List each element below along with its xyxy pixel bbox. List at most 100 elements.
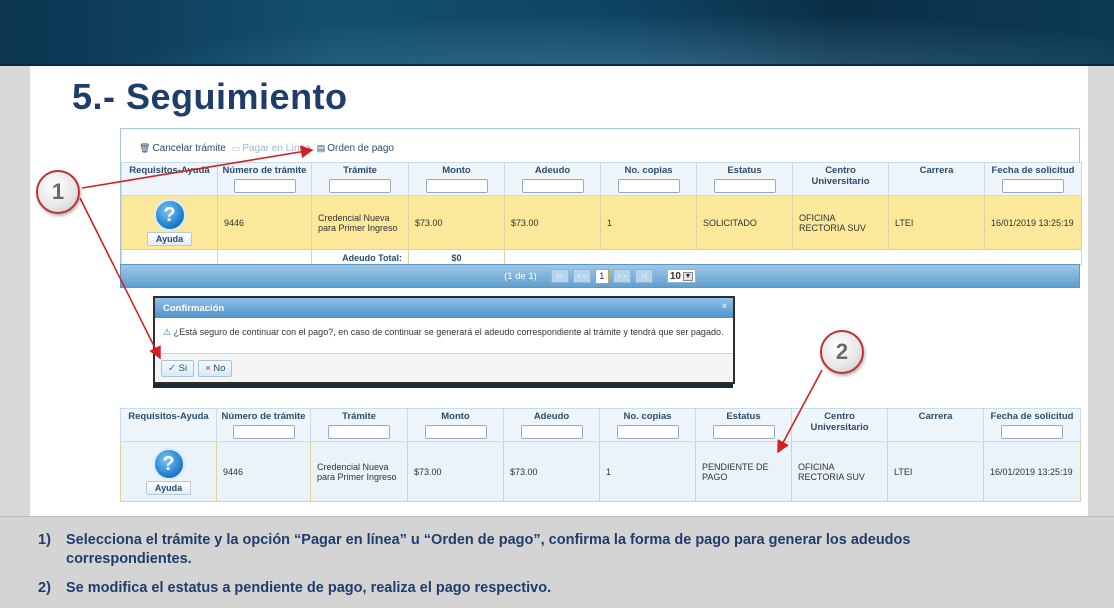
filter-numero-input[interactable] xyxy=(232,425,295,439)
help-button[interactable]: ? Ayuda xyxy=(128,199,211,246)
filter-adeudo-input[interactable] xyxy=(521,179,584,193)
prev-page-button[interactable]: << xyxy=(572,269,591,283)
col-carrera-label: Carrera xyxy=(918,411,953,422)
help-label: Ayuda xyxy=(145,481,192,495)
filter-fecha-input[interactable] xyxy=(1002,179,1064,193)
col-tramite-label: Trámite xyxy=(343,165,377,176)
col-adeudo: Adeudo xyxy=(504,162,601,196)
grid-toolbar: 🗑 Cancelar trámite ▭ Pagar en Línea ▤ Orden… xyxy=(139,143,394,154)
first-page-button[interactable]: |< xyxy=(550,269,569,283)
col-monto-label: Monto xyxy=(441,411,470,422)
document-icon: ▤ xyxy=(316,143,326,153)
col-tramite-label: Trámite xyxy=(342,411,376,422)
col-carrera: Carrera xyxy=(888,162,985,196)
page-size-select[interactable]: 10 ▼ xyxy=(666,269,696,283)
filter-estatus-input[interactable] xyxy=(712,425,775,439)
col-numero-label: Número de trámite xyxy=(222,165,307,176)
payment-order-button[interactable]: ▤ Orden de pago xyxy=(317,143,394,154)
x-icon: × xyxy=(205,363,211,374)
chevron-down-icon: ▼ xyxy=(682,271,693,281)
col-copias-label: No. copias xyxy=(624,165,673,176)
no-button[interactable]: × No xyxy=(198,360,233,377)
cancel-tramite-label: Cancelar trámite xyxy=(152,143,226,154)
col-copias: No. copias xyxy=(600,162,697,196)
card-icon: ▭ xyxy=(231,143,241,153)
col-adeudo-label: Adeudo xyxy=(533,411,570,422)
page-title: 5.- Seguimiento xyxy=(72,76,348,117)
col-numero: Número de trámite xyxy=(216,408,311,442)
current-page[interactable]: 1 xyxy=(594,268,609,284)
table-row-selected[interactable]: ? Ayuda 9446 Credencial Nueva para Prime… xyxy=(121,195,1082,250)
dialog-message-text: ¿Está seguro de continuar con el pago?, … xyxy=(173,327,724,337)
col-tramite: Trámite xyxy=(310,408,408,442)
instructions-panel: 1) Selecciona el trámite y la opción “Pag… xyxy=(0,516,1114,608)
col-copias-label: No. copias xyxy=(623,411,672,422)
cell-adeudo: $73.00 xyxy=(504,195,601,250)
col-centro: Centro Universitario xyxy=(791,408,888,442)
col-requisitos-label: Requisitos-Ayuda xyxy=(128,411,209,422)
question-icon: ? xyxy=(153,199,186,231)
col-centro-label: Centro Universitario xyxy=(811,165,870,187)
cell-carrera: LTEI xyxy=(887,441,984,502)
instruction-2-text: Se modifica el estatus a pendiente de pa… xyxy=(66,580,552,596)
filter-monto-input[interactable] xyxy=(424,425,487,439)
col-carrera: Carrera xyxy=(887,408,984,442)
filter-adeudo-input[interactable] xyxy=(520,425,583,439)
col-centro: Centro Universitario xyxy=(792,162,889,196)
instruction-2-number: 2) xyxy=(38,580,51,596)
col-fecha-label: Fecha de solicitud xyxy=(991,165,1075,176)
pay-online-label: Pagar en Línea xyxy=(242,143,311,154)
slide-margin-right xyxy=(1088,66,1114,516)
cell-copias: 1 xyxy=(600,195,697,250)
filter-copias-input[interactable] xyxy=(616,425,679,439)
cell-centro: OFICINA RECTORIA SUV xyxy=(792,195,889,250)
filter-numero-input[interactable] xyxy=(233,179,296,193)
filter-monto-input[interactable] xyxy=(425,179,488,193)
cell-centro: OFICINA RECTORIA SUV xyxy=(791,441,888,502)
cell-copias: 1 xyxy=(599,441,696,502)
dialog-message: ⚠ ¿Está seguro de continuar con el pago?… xyxy=(155,318,733,354)
col-fecha: Fecha de solicitud xyxy=(983,408,1081,442)
question-icon: ? xyxy=(152,448,185,480)
col-requisitos: Requisitos-Ayuda xyxy=(120,408,217,442)
instruction-1-number: 1) xyxy=(38,532,51,548)
col-estatus: Estatus xyxy=(695,408,792,442)
last-page-button[interactable]: >| xyxy=(634,269,653,283)
callout-2: 2 xyxy=(820,330,864,374)
close-icon[interactable]: × xyxy=(722,301,727,311)
help-button[interactable]: ? Ayuda xyxy=(127,448,210,495)
header-banner xyxy=(0,0,1114,66)
dialog-title: Confirmación xyxy=(163,303,225,314)
next-page-button[interactable]: >> xyxy=(612,269,631,283)
cell-adeudo: $73.00 xyxy=(503,441,600,502)
slide-margin-left xyxy=(0,66,30,516)
help-label: Ayuda xyxy=(146,232,193,246)
table-row[interactable]: ? Ayuda 9446 Credencial Nueva para Prime… xyxy=(120,441,1081,502)
col-requisitos: Requisitos-Ayuda xyxy=(121,162,218,196)
col-fecha: Fecha de solicitud xyxy=(984,162,1082,196)
cell-help: ? Ayuda xyxy=(121,195,218,250)
cell-estatus: SOLICITADO xyxy=(696,195,793,250)
tramites-grid-updated: Requisitos-Ayuda Número de trámite Trámi… xyxy=(120,408,1081,502)
cancel-tramite-button[interactable]: 🗑 Cancelar trámite xyxy=(139,143,226,154)
filter-copias-input[interactable] xyxy=(617,179,680,193)
yes-button[interactable]: ✓ Si xyxy=(161,360,195,377)
instruction-1-text: Selecciona el trámite y la opción “Pagar… xyxy=(66,532,911,567)
grid-table-updated: Requisitos-Ayuda Número de trámite Trámi… xyxy=(120,408,1081,502)
cell-monto: $73.00 xyxy=(407,441,504,502)
cell-tramite: Credencial Nueva para Primer Ingreso xyxy=(310,441,408,502)
col-numero-label: Número de trámite xyxy=(221,411,306,422)
filter-fecha-input[interactable] xyxy=(1001,425,1063,439)
filter-estatus-input[interactable] xyxy=(713,179,776,193)
filter-tramite-input[interactable] xyxy=(328,425,390,439)
cell-carrera: LTEI xyxy=(888,195,985,250)
yes-label: Si xyxy=(178,363,188,374)
filter-tramite-input[interactable] xyxy=(329,179,391,193)
col-carrera-label: Carrera xyxy=(919,165,954,176)
grid-table: Requisitos-Ayuda Número de trámite Trámi… xyxy=(121,162,1082,266)
cell-numero: 9446 xyxy=(216,441,311,502)
cell-numero: 9446 xyxy=(217,195,312,250)
grid-header-row: Requisitos-Ayuda Número de trámite Trámi… xyxy=(121,162,1082,196)
pay-online-button[interactable]: ▭ Pagar en Línea xyxy=(232,143,311,154)
cell-fecha: 16/01/2019 13:25:19 xyxy=(983,441,1081,502)
